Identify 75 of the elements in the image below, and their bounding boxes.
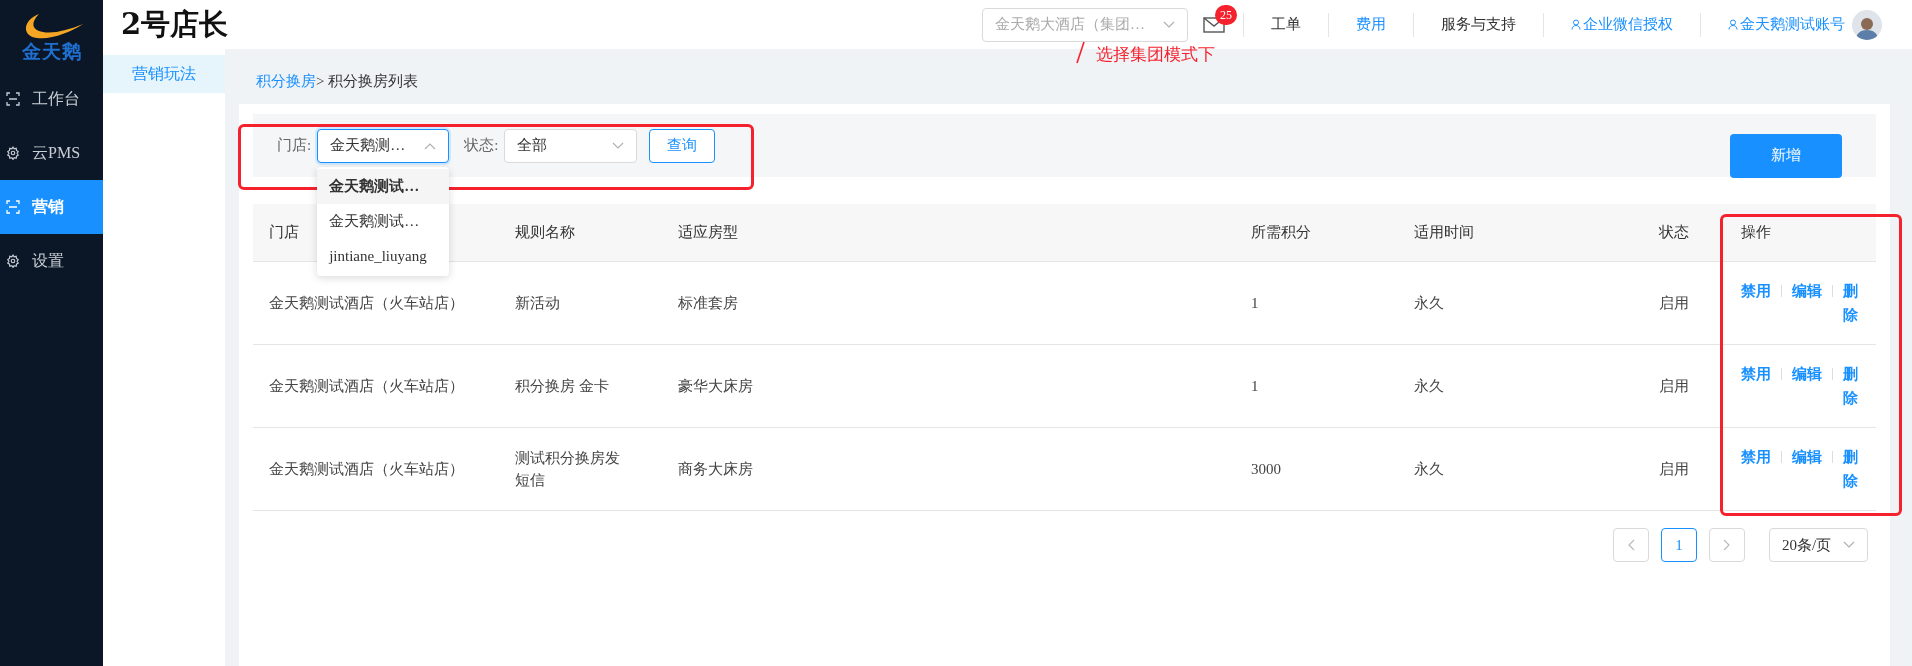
action-link[interactable]: 禁用: [1741, 362, 1771, 386]
table-cell: 永久: [1414, 294, 1444, 311]
table-cell: 新活动: [515, 294, 560, 311]
table-cell: 商务大床房: [678, 460, 753, 477]
action-link[interactable]: 删除: [1843, 279, 1858, 327]
table-cell: 金天鹅测试酒店（火车站店）: [269, 377, 464, 394]
table-cell: 标准套房: [678, 294, 738, 311]
column-header: 规则名称: [515, 224, 575, 241]
avatar[interactable]: [1852, 9, 1882, 40]
header-link[interactable]: 工单: [1271, 13, 1301, 36]
user-icon: [1571, 19, 1581, 30]
column-header: 适应房型: [678, 224, 738, 241]
breadcrumb-link[interactable]: 积分换房: [256, 70, 316, 93]
nav-item[interactable]: 工作台: [0, 72, 103, 126]
header-link[interactable]: 企业微信授权: [1571, 13, 1673, 36]
gear-icon: [6, 254, 20, 268]
table-cell: 永久: [1414, 460, 1444, 477]
annotation-text: 选择集团模式下: [1096, 44, 1215, 66]
query-button[interactable]: 查询: [649, 128, 716, 163]
submenu-item[interactable]: 营销玩法: [103, 55, 225, 93]
header-link[interactable]: 金天鹅测试账号: [1728, 13, 1845, 36]
table-cell: 豪华大床房: [678, 377, 753, 394]
table-cell: 启用: [1659, 460, 1689, 477]
scan-icon: [6, 200, 20, 214]
column-header: 适用时间: [1414, 224, 1474, 241]
notification-badge: 25: [1215, 4, 1237, 25]
dropdown-option[interactable]: 金天鹅测试…: [317, 168, 450, 204]
table-cell: 3000: [1251, 460, 1281, 477]
gear-icon: [6, 146, 20, 160]
dropdown-option[interactable]: jintiane_liuyang: [317, 238, 450, 274]
header-link[interactable]: 服务与支持: [1441, 13, 1516, 36]
store-select[interactable]: 金天鹅大酒店（集团…: [982, 7, 1188, 42]
table-cell: 1: [1251, 294, 1259, 311]
action-link[interactable]: 禁用: [1741, 279, 1771, 303]
header-link[interactable]: 费用: [1356, 13, 1386, 36]
table-cell: 永久: [1414, 377, 1444, 394]
column-header: 操作: [1741, 224, 1771, 241]
action-link[interactable]: 编辑: [1792, 362, 1822, 386]
page-size-select[interactable]: 20条/页: [1769, 528, 1868, 562]
store-label: 门店:: [277, 136, 312, 156]
table-cell: 金天鹅测试酒店（火车站店）: [269, 294, 464, 311]
chevron-up-icon: [424, 141, 437, 150]
nav-item[interactable]: 云PMS: [0, 126, 103, 180]
breadcrumb-current: > 积分换房列表: [316, 72, 419, 92]
action-link[interactable]: 删除: [1843, 362, 1858, 410]
table-cell: 1: [1251, 377, 1259, 394]
column-header: 门店: [269, 224, 299, 241]
user-icon: [1728, 19, 1738, 30]
table-cell: 启用: [1659, 294, 1689, 311]
table-cell: 积分换房 金卡: [515, 377, 609, 394]
table-cell: 金天鹅测试酒店（火车站店）: [269, 460, 464, 477]
table-cell: 测试积分换房发短信: [515, 449, 620, 488]
logo-text: 金天鹅: [21, 41, 82, 61]
dropdown-option[interactable]: 金天鹅测试…: [317, 203, 450, 239]
nav-item[interactable]: 设置: [0, 234, 103, 288]
action-link[interactable]: 删除: [1843, 445, 1858, 493]
status-label: 状态:: [464, 136, 499, 156]
action-link[interactable]: 编辑: [1792, 445, 1822, 469]
add-button[interactable]: 新增: [1730, 133, 1842, 178]
nav-item[interactable]: 营销: [0, 180, 103, 234]
action-link[interactable]: 编辑: [1792, 279, 1822, 303]
chevron-down-icon: [1843, 541, 1855, 549]
action-link[interactable]: 禁用: [1741, 445, 1771, 469]
chevron-down-icon: [612, 141, 625, 150]
column-header: 所需积分: [1251, 224, 1311, 241]
page-button[interactable]: 1: [1661, 528, 1697, 562]
scan-icon: [6, 92, 20, 106]
chevron-right-icon: [1723, 539, 1731, 551]
chevron-left-icon: [1627, 539, 1635, 551]
app-title: 2号店长: [121, 5, 230, 43]
store-filter-select[interactable]: 金天鹅测…: [317, 128, 450, 163]
chevron-down-icon: [1163, 20, 1175, 29]
status-select[interactable]: 全部: [504, 128, 638, 163]
table-cell: 启用: [1659, 377, 1689, 394]
column-header: 状态: [1659, 224, 1689, 241]
